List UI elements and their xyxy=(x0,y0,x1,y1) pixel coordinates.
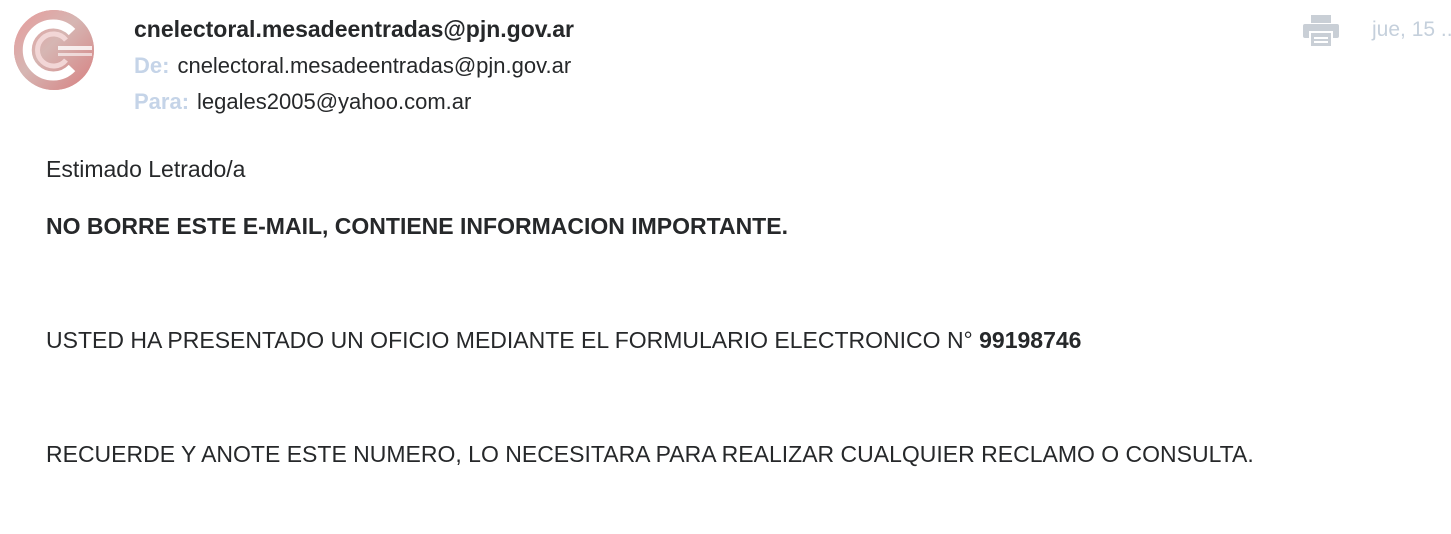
from-label: De: xyxy=(134,53,170,78)
to-label: Para: xyxy=(134,89,190,114)
sender-logo-icon xyxy=(14,10,94,90)
print-button[interactable] xyxy=(1302,14,1340,48)
sender-name: cnelectoral.mesadeentradas@pjn.gov.ar xyxy=(134,16,574,42)
oficio-number: 99198746 xyxy=(979,327,1082,353)
sender-avatar[interactable] xyxy=(14,10,94,90)
email-date: jue, 15 ... xyxy=(1372,18,1451,41)
oficio-text: USTED HA PRESENTADO UN OFICIO MEDIANTE E… xyxy=(46,327,1081,354)
email-header: cnelectoral.mesadeentradas@pjn.gov.ar De… xyxy=(0,0,1451,130)
warning-text: NO BORRE ESTE E-MAIL, CONTIENE INFORMACI… xyxy=(46,213,788,239)
to-line: Para: legales2005@yahoo.com.ar xyxy=(134,89,471,115)
oficio-label: USTED HA PRESENTADO UN OFICIO MEDIANTE E… xyxy=(46,327,973,353)
reminder-text: RECUERDE Y ANOTE ESTE NUMERO, LO NECESIT… xyxy=(46,441,1254,467)
from-line: De: cnelectoral.mesadeentradas@pjn.gov.ar xyxy=(134,53,571,79)
print-icon xyxy=(1303,15,1339,48)
greeting-text: Estimado Letrado/a xyxy=(46,156,246,182)
from-address[interactable]: cnelectoral.mesadeentradas@pjn.gov.ar xyxy=(177,53,571,78)
to-address[interactable]: legales2005@yahoo.com.ar xyxy=(197,89,471,114)
